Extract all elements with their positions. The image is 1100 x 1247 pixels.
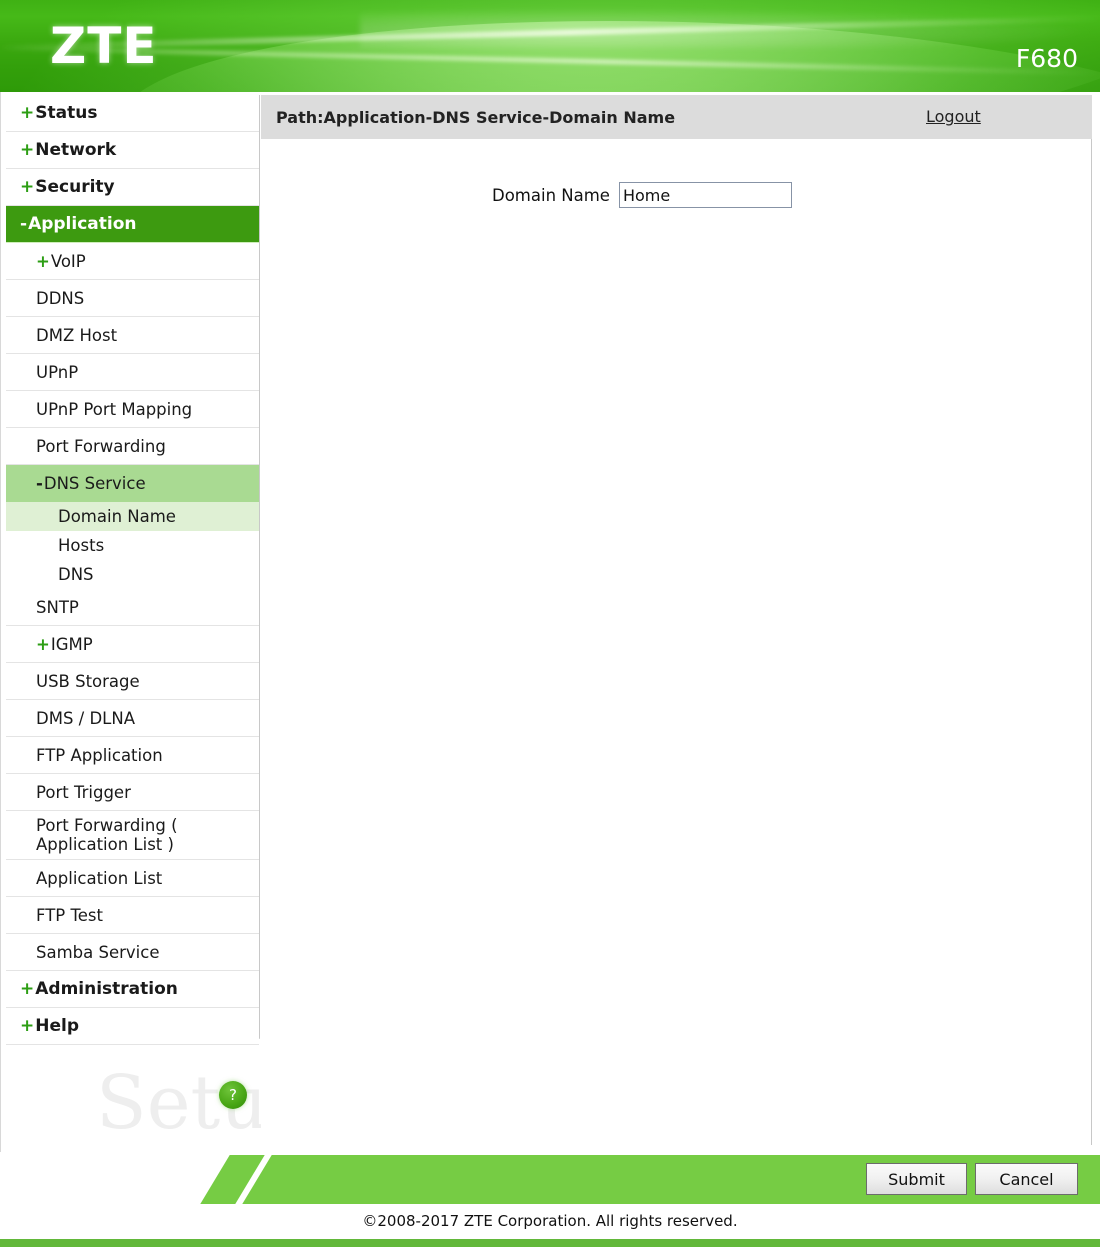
router-model-label: F680 — [1015, 44, 1078, 73]
sidebar-item-label: Application — [28, 214, 137, 234]
collapse-minus-icon: - — [36, 474, 43, 493]
expand-plus-icon: + — [20, 140, 35, 160]
sidebar-item-label: Samba Service — [36, 942, 160, 962]
sidebar-item-label: Status — [35, 103, 98, 123]
sidebar-item-label: Port Forwarding ( Application List ) — [36, 816, 178, 854]
expand-plus-icon: + — [36, 634, 50, 654]
sidebar-item-hosts[interactable]: Hosts — [6, 531, 259, 560]
zte-logo: ZTE — [50, 17, 158, 75]
sidebar-item-dns[interactable]: DNS — [6, 560, 259, 589]
sidebar-item-port-forwarding[interactable]: Port Forwarding — [6, 428, 259, 465]
sidebar-item-ddns[interactable]: DDNS — [6, 280, 259, 317]
sidebar-item-dns-service[interactable]: - DNS Service — [6, 465, 259, 502]
sidebar-item-port-forwarding-application-list[interactable]: Port Forwarding ( Application List ) — [6, 811, 259, 860]
sidebar-item-label: Hosts — [58, 536, 105, 555]
expand-plus-icon: + — [20, 979, 35, 999]
breadcrumb: Path:Application-DNS Service-Domain Name — [276, 107, 676, 127]
sidebar-item-status[interactable]: + Status — [6, 95, 259, 132]
sidebar-item-label: FTP Application — [36, 745, 163, 765]
footer-action-bar: Submit Cancel — [0, 1155, 1100, 1204]
sidebar-item-label: VoIP — [50, 251, 86, 271]
sidebar-item-samba-service[interactable]: Samba Service — [6, 934, 259, 971]
help-question-icon[interactable]: ? — [219, 1081, 247, 1109]
sidebar-item-label: Port Trigger — [36, 782, 131, 802]
domain-name-field-row: Domain Name — [261, 182, 1092, 208]
sidebar-item-label: Help — [35, 1016, 80, 1036]
cancel-button[interactable]: Cancel — [975, 1163, 1078, 1195]
sidebar-item-application[interactable]: - Application — [6, 206, 259, 243]
logout-link[interactable]: Logout — [926, 107, 981, 126]
sidebar-item-security[interactable]: + Security — [6, 169, 259, 206]
sidebar-item-dmz-host[interactable]: DMZ Host — [6, 317, 259, 354]
header-wave-decoration — [117, 6, 1100, 92]
sidebar-item-igmp[interactable]: + IGMP — [6, 626, 259, 663]
sidebar-item-label: IGMP — [50, 634, 93, 654]
sidebar-item-upnp-port-mapping[interactable]: UPnP Port Mapping — [6, 391, 259, 428]
sidebar-item-domain-name[interactable]: Domain Name — [6, 502, 259, 531]
content-panel: Path:Application-DNS Service-Domain Name… — [261, 95, 1092, 1145]
sidebar-item-upnp[interactable]: UPnP — [6, 354, 259, 391]
footer-bottom-strip — [0, 1239, 1100, 1247]
page-header: ZTE F680 — [0, 0, 1100, 92]
sidebar-item-ftp-application[interactable]: FTP Application — [6, 737, 259, 774]
sidebar-item-label: DMZ Host — [36, 325, 118, 345]
sidebar-item-label: Domain Name — [58, 507, 176, 526]
sidebar-item-sntp[interactable]: SNTP — [6, 589, 259, 626]
sidebar-item-network[interactable]: + Network — [6, 132, 259, 169]
sidebar-item-label: Application List — [36, 868, 163, 888]
sidebar-item-label: DNS — [58, 565, 94, 584]
sidebar-item-label: DMS / DLNA — [36, 708, 135, 728]
sidebar-item-label: UPnP — [36, 362, 79, 382]
sidebar-item-dms-dlna[interactable]: DMS / DLNA — [6, 700, 259, 737]
sidebar-item-ftp-test[interactable]: FTP Test — [6, 897, 259, 934]
sidebar-item-label: DDNS — [36, 288, 85, 308]
sidebar-item-label: UPnP Port Mapping — [36, 399, 193, 419]
header-wave-line — [0, 45, 1100, 76]
sidebar-item-label: Port Forwarding — [36, 436, 166, 456]
domain-name-input[interactable] — [618, 182, 792, 208]
sidebar-item-label: SNTP — [36, 597, 79, 617]
expand-plus-icon: + — [20, 103, 35, 123]
expand-plus-icon: + — [20, 177, 35, 197]
sidebar-navigation: + Status + Network + Security - Application + VoI… — [6, 95, 260, 1045]
expand-plus-icon: + — [20, 1016, 35, 1036]
submit-button[interactable]: Submit — [866, 1163, 967, 1195]
sidebar-item-label: FTP Test — [36, 905, 103, 925]
sidebar-item-help[interactable]: + Help — [6, 1008, 259, 1045]
sidebar-item-label: Network — [35, 140, 117, 160]
sidebar-item-label: USB Storage — [36, 671, 140, 691]
header-wave-line — [0, 15, 1100, 51]
copyright-text: ©2008-2017 ZTE Corporation. All rights r… — [362, 1212, 738, 1230]
breadcrumb-bar: Path:Application-DNS Service-Domain Name… — [261, 95, 1092, 139]
sidebar-item-administration[interactable]: + Administration — [6, 971, 259, 1008]
router-admin-page: ZTE F680 SetupRouter.com +Status+Network… — [0, 0, 1100, 1247]
domain-name-label: Domain Name — [492, 185, 610, 205]
sidebar-item-label: Administration — [35, 979, 178, 999]
header-wave-decoration — [0, 0, 1100, 92]
sidebar-item-application-list[interactable]: Application List — [6, 860, 259, 897]
sidebar-item-port-trigger[interactable]: Port Trigger — [6, 774, 259, 811]
sidebar-item-usb-storage[interactable]: USB Storage — [6, 663, 259, 700]
sidebar-item-voip[interactable]: + VoIP — [6, 243, 259, 280]
expand-plus-icon: + — [36, 251, 50, 271]
sidebar-item-label: DNS Service — [43, 474, 146, 493]
page-left-border — [0, 92, 1, 1152]
sidebar-item-label: Security — [35, 177, 115, 197]
domain-name-form: Domain Name — [261, 139, 1092, 208]
header-glow-decoration — [360, 8, 1100, 48]
collapse-minus-icon: - — [20, 214, 28, 234]
